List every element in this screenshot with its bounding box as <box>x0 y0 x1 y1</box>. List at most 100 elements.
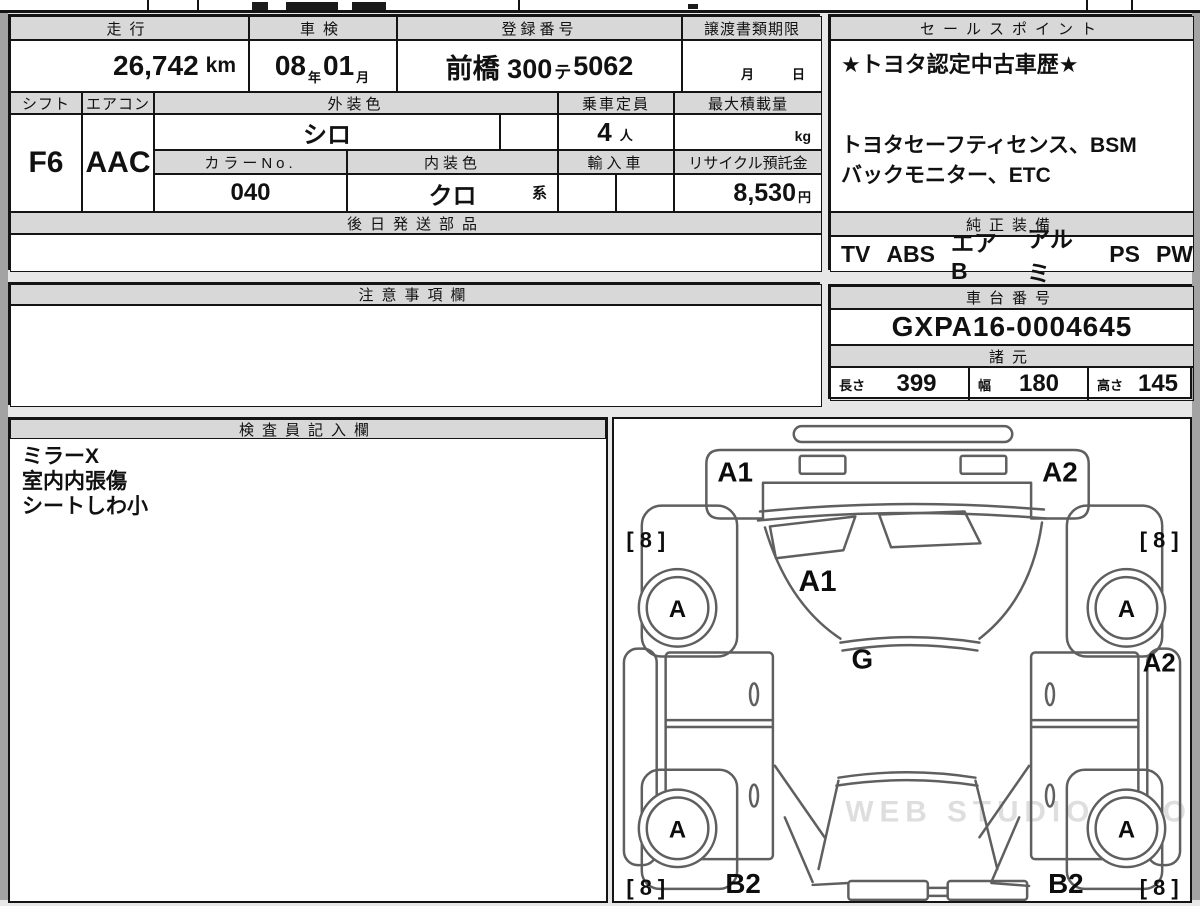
door-gap-left <box>664 718 775 729</box>
car-diagram-panel: WEB STUDIO.PRO A1 A2 A1 G A2 B2 B2 A A A… <box>612 417 1192 903</box>
cutoff-divider <box>1131 0 1133 11</box>
door-handle-front-right <box>1044 682 1056 707</box>
recycle-deposit-value: 8,530 円 <box>674 174 822 212</box>
interior-color-header: 内装色 <box>347 150 558 174</box>
spec-length: 長さ 399 <box>830 367 969 401</box>
import-car-cell-left <box>558 174 616 212</box>
equipment-item: エアB <box>950 229 997 284</box>
color-no-header: カラーNo. <box>154 150 347 174</box>
spec-height: 高さ 145 <box>1088 367 1194 401</box>
exterior-color-value: シロ <box>154 114 500 150</box>
cutoff-divider <box>197 0 199 11</box>
cutoff-text-fragment <box>352 2 386 10</box>
interior-color-name: クロ <box>428 182 477 210</box>
notes-panel: 注意事項欄 <box>8 282 822 407</box>
label-side-right: A2 <box>1143 649 1176 677</box>
registration-kana: テ <box>554 63 572 82</box>
equipment-header: 純正装備 <box>830 212 1194 236</box>
spec-length-value: 399 <box>896 370 937 397</box>
wiper-right <box>877 510 982 549</box>
interior-color-value: クロ 系 <box>347 174 558 212</box>
mileage-number: 26,742 <box>113 50 199 81</box>
cutoff-text-fragment <box>688 4 698 9</box>
inspection-year: 08 <box>274 50 306 81</box>
equipment-value: TV ABS エアB アルミ PS PW <box>830 226 1194 286</box>
cutoff-text-fragment <box>286 2 338 10</box>
corner-label-front-left: [ 8 ] <box>626 527 665 552</box>
label-rear-right: B2 <box>1048 868 1084 899</box>
spec-length-label: 長さ <box>839 377 866 393</box>
wheel-label-front-left: A <box>669 596 686 623</box>
inspection-year-unit: 年 <box>307 70 321 85</box>
corner-label-rear-right: [ 8 ] <box>1140 875 1179 900</box>
inspector-header: 検査員記入欄 <box>10 419 606 439</box>
cutoff-divider <box>147 0 149 11</box>
inspector-line-1: ミラーX <box>22 445 100 468</box>
import-car-cell-right <box>616 174 674 212</box>
label-rear-left: B2 <box>725 868 761 899</box>
cowl-band <box>756 502 1048 522</box>
max-load-header: 最大積載量 <box>674 92 822 114</box>
sales-line-2: トヨタセーフティセンス、BSM <box>841 134 1137 157</box>
equipment-item: TV <box>841 240 871 267</box>
aircon-value: AAC <box>82 114 154 212</box>
corner-label-front-right: [ 8 ] <box>1140 527 1179 552</box>
wheel-label-rear-left: A <box>669 816 686 843</box>
notes-body <box>10 305 822 407</box>
registration-header: 登録番号 <box>397 16 682 40</box>
spec-width: 幅 180 <box>969 367 1088 401</box>
inspector-line-2: 室内内張傷 <box>22 470 127 493</box>
equipment-item: アルミ <box>1027 226 1073 286</box>
cutoff-row <box>0 0 1200 13</box>
transfer-deadline-header: 譲渡書類期限 <box>682 16 822 40</box>
registration-number: 5062 <box>573 50 634 81</box>
label-hood: A1 <box>799 565 837 598</box>
c-pillar-left <box>773 764 826 884</box>
inspection-month: 01 <box>323 50 355 81</box>
auction-sheet: { "colors":{"header_bg":"#d8d8d8","borde… <box>0 0 1200 903</box>
color-no-value: 040 <box>154 174 347 212</box>
page-left-margin <box>0 13 8 900</box>
exterior-color-extra-cell <box>500 114 558 150</box>
inspection-value: 08 年 01 月 <box>249 40 397 92</box>
registration-value: 前橋 300 テ 5062 <box>397 40 682 92</box>
registration-prefix: 前橋 300 <box>445 53 553 84</box>
wheel-label-front-right: A <box>1118 596 1135 623</box>
sales-point-panel: セールスポイント ★トヨタ認定中古車歴★ トヨタセーフティセンス、BSM バック… <box>828 14 1194 286</box>
rear-window-arcs <box>835 770 979 787</box>
front-edge-strip <box>792 424 1014 444</box>
capacity-header: 乗車定員 <box>558 92 674 114</box>
capacity-unit: 人 <box>619 128 633 143</box>
cutoff-divider <box>1086 0 1088 11</box>
sales-line-1: ★トヨタ認定中古車歴★ <box>841 52 1079 77</box>
notes-header: 注意事項欄 <box>10 284 822 305</box>
chassis-panel: 車台番号 GXPA16-0004645 諸元 長さ 399 幅 180 高さ 1… <box>828 284 1194 401</box>
specs-header: 諸元 <box>830 345 1194 367</box>
wiper-left <box>768 515 857 560</box>
door-gap-right <box>1029 718 1140 729</box>
rear-bumper-lines <box>811 881 1031 898</box>
exterior-color-header: 外装色 <box>154 92 558 114</box>
chassis-value: GXPA16-0004645 <box>830 309 1194 345</box>
inspector-panel: 検査員記入欄 ミラーX 室内内張傷 シートしわ小 <box>8 417 608 903</box>
label-front-right: A2 <box>1042 457 1078 488</box>
recycle-deposit-header: リサイクル預託金 <box>674 150 822 174</box>
later-parts-header: 後日発送部品 <box>10 212 822 234</box>
transfer-month-unit: 月 <box>740 67 754 82</box>
chassis-header: 車台番号 <box>830 286 1194 309</box>
mileage-header: 走行 <box>10 16 249 40</box>
inspection-header: 車検 <box>249 16 397 40</box>
equipment-item: PW <box>1155 240 1193 267</box>
cutoff-text-fragment <box>252 2 268 10</box>
door-handle-rear-left <box>748 783 760 808</box>
capacity-value: 4 人 <box>558 114 674 150</box>
mileage-unit: km <box>205 54 236 77</box>
label-roof: G <box>851 643 873 674</box>
transfer-day-unit: 日 <box>791 67 805 82</box>
label-front-left: A1 <box>717 457 753 488</box>
corner-label-rear-left: [ 8 ] <box>626 875 665 900</box>
later-parts-value <box>10 234 822 272</box>
shift-value: F6 <box>10 114 82 212</box>
wheel-label-rear-right: A <box>1118 816 1135 843</box>
spec-height-label: 高さ <box>1097 377 1124 393</box>
